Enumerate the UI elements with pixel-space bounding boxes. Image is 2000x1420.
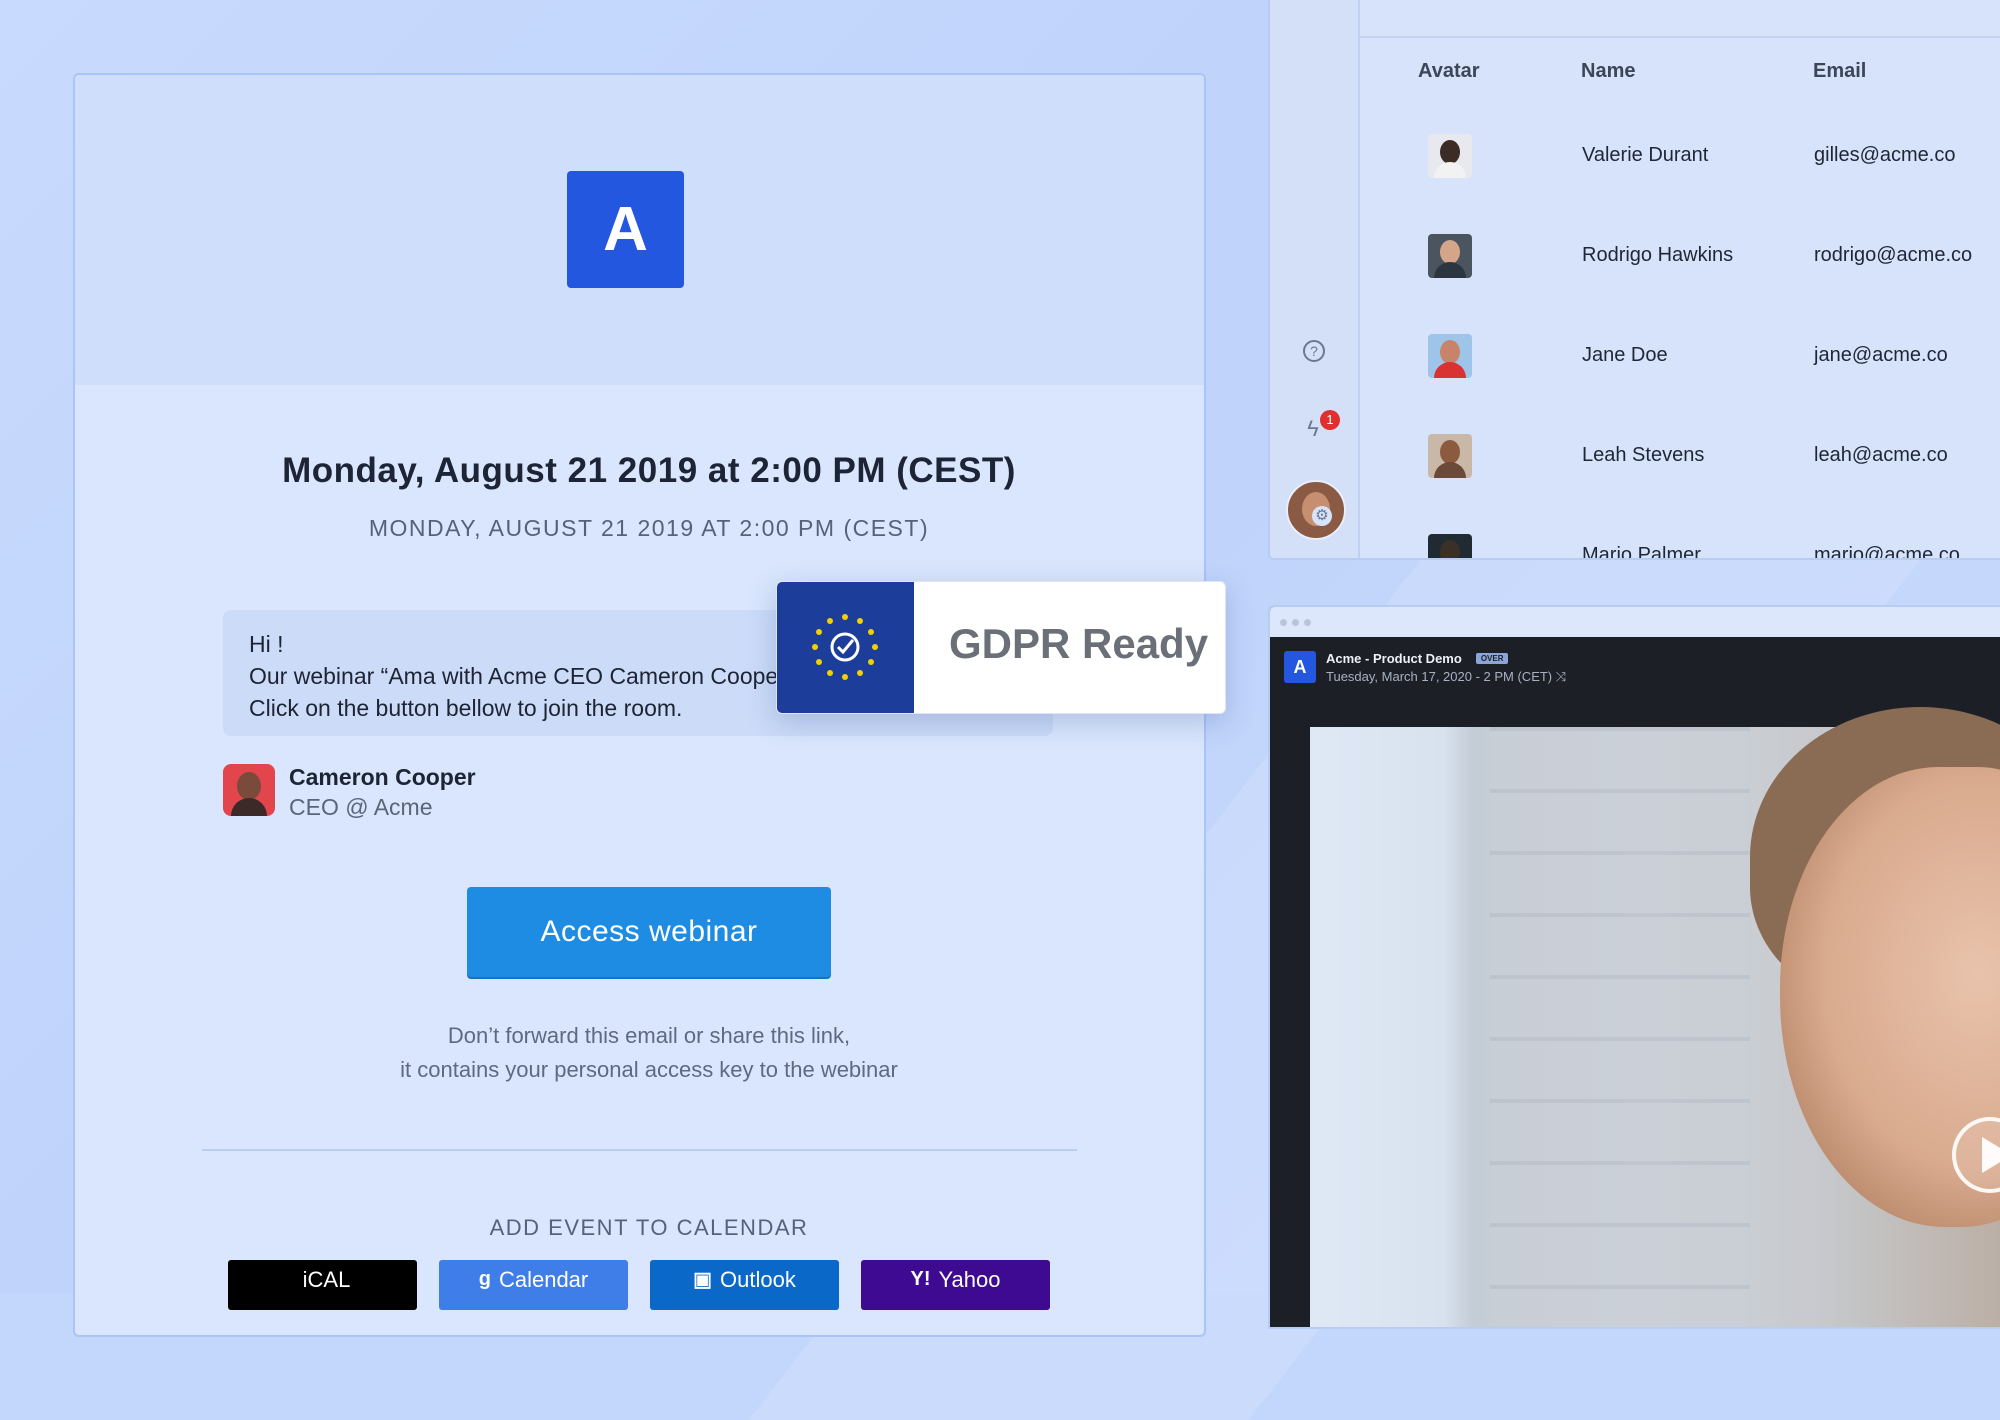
- email-header: A: [75, 75, 1204, 385]
- yahoo-button[interactable]: Y! Yahoo: [861, 1260, 1050, 1310]
- event-date-subtitle: MONDAY, AUGUST 21 2019 AT 2:00 PM (CEST): [368, 515, 930, 541]
- contact-name: Jane Doe: [1582, 344, 1668, 366]
- sender-avatar: [223, 764, 275, 816]
- notice-line: it contains your personal access key to …: [400, 1057, 898, 1082]
- acme-logo: A: [1284, 651, 1316, 683]
- google-calendar-button[interactable]: g Calendar: [439, 1260, 628, 1310]
- contacts-panel: ? ϟ 1 ⚙ Avatar Name Email Valerie Durant…: [1268, 0, 2000, 560]
- window-titlebar: [1270, 607, 2000, 637]
- video-title: Acme - Product Demo OVER: [1326, 651, 1509, 666]
- side-rail: ? ϟ 1 ⚙: [1270, 0, 1360, 558]
- contact-email: jane@acme.co: [1814, 344, 1948, 366]
- calendar-button-label: iCAL: [302, 1266, 351, 1292]
- video-date-text: Tuesday, March 17, 2020 - 2 PM (CET): [1326, 669, 1553, 684]
- avatar: [1428, 434, 1472, 478]
- avatar: [1428, 334, 1472, 378]
- notice-line: Don’t forward this email or share this l…: [447, 1023, 851, 1048]
- acme-logo: A: [567, 171, 684, 288]
- contact-email: mario@acme.co: [1814, 544, 1960, 560]
- yahoo-icon: Y!: [910, 1268, 931, 1290]
- access-webinar-button[interactable]: Access webinar: [467, 887, 831, 977]
- eu-flag: [777, 582, 914, 713]
- contact-name: Rodrigo Hawkins: [1582, 244, 1734, 266]
- window-dot: [1292, 619, 1299, 626]
- ical-button[interactable]: iCAL: [228, 1260, 417, 1310]
- avatar: [1428, 234, 1472, 278]
- contact-email: leah@acme.co: [1814, 444, 1948, 466]
- contact-email: rodrigo@acme.co: [1814, 244, 1973, 266]
- calendar-button-label: Yahoo: [938, 1266, 1001, 1292]
- gdpr-label: GDPR Ready: [949, 620, 1209, 667]
- calendar-section-title: ADD EVENT TO CALENDAR: [489, 1215, 809, 1240]
- avatar: [1428, 534, 1472, 558]
- divider: [202, 1149, 1077, 1151]
- outlook-icon: ▣: [693, 1269, 713, 1291]
- column-header-email[interactable]: Email: [1813, 60, 1866, 83]
- column-header-avatar[interactable]: Avatar: [1418, 60, 1480, 83]
- notification-badge: 1: [1320, 410, 1340, 430]
- contact-name: Leah Stevens: [1582, 444, 1705, 466]
- video-date: Tuesday, March 17, 2020 - 2 PM (CET) ⤨: [1326, 669, 1566, 685]
- shuffle-icon: ⤨: [1555, 669, 1567, 684]
- contact-name: Mario Palmer: [1582, 544, 1701, 560]
- toolbar-strip: [1358, 0, 2000, 38]
- gear-icon[interactable]: ⚙: [1312, 506, 1332, 526]
- video-title-text: Acme - Product Demo: [1326, 651, 1462, 666]
- brick-wall: [1490, 727, 1750, 1327]
- calendar-button-label: Calendar: [498, 1266, 589, 1292]
- google-icon: g: [478, 1268, 491, 1290]
- contact-name: Valerie Durant: [1582, 144, 1709, 166]
- status-badge: OVER: [1475, 653, 1509, 664]
- forward-warning: Don’t forward this email or share this l…: [75, 1019, 1204, 1087]
- eu-stars-check-icon: [812, 614, 878, 680]
- gdpr-badge: GDPR Ready: [776, 581, 1226, 714]
- window-dot: [1304, 619, 1311, 626]
- video-frame[interactable]: [1310, 707, 2000, 1327]
- sender-title: CEO @ Acme: [289, 794, 433, 820]
- calendar-button-label: Outlook: [720, 1266, 796, 1292]
- outlook-button[interactable]: ▣ Outlook: [650, 1260, 839, 1310]
- webinar-video-panel: A Acme - Product Demo OVER Tuesday, March…: [1268, 605, 2000, 1329]
- event-date-title: Monday, August 21 2019 at 2:00 PM (CEST): [282, 451, 1016, 490]
- sender-name: Cameron Cooper: [289, 764, 476, 790]
- column-header-name[interactable]: Name: [1581, 60, 1635, 83]
- window-dot: [1280, 619, 1287, 626]
- avatar: [1428, 134, 1472, 178]
- contact-email: gilles@acme.co: [1814, 144, 1956, 166]
- help-icon[interactable]: ?: [1303, 340, 1325, 362]
